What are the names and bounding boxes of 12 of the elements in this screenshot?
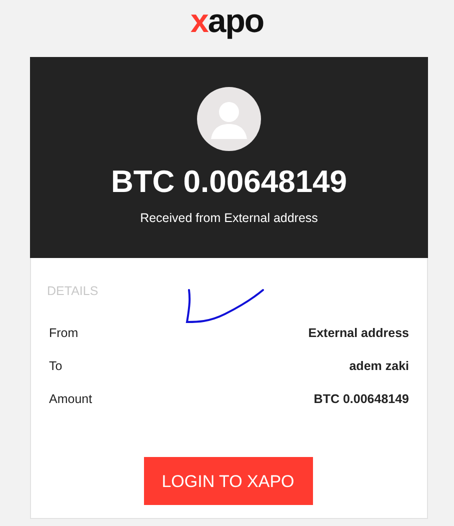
detail-value: BTC 0.00648149 xyxy=(314,390,409,408)
detail-label: To xyxy=(49,358,62,375)
detail-label: Amount xyxy=(49,390,92,408)
detail-label: From xyxy=(49,324,78,342)
logo-text: apo xyxy=(208,4,264,37)
subtitle: Received from External address xyxy=(140,210,318,228)
logo-text: x xyxy=(190,4,208,37)
avatar-icon xyxy=(197,87,261,151)
detail-value: External address xyxy=(308,324,409,342)
login-button[interactable]: LOGIN TO XAPO xyxy=(144,456,312,505)
amount-title: BTC 0.00648149 xyxy=(110,165,348,200)
detail-value: adem zaki xyxy=(349,358,409,375)
